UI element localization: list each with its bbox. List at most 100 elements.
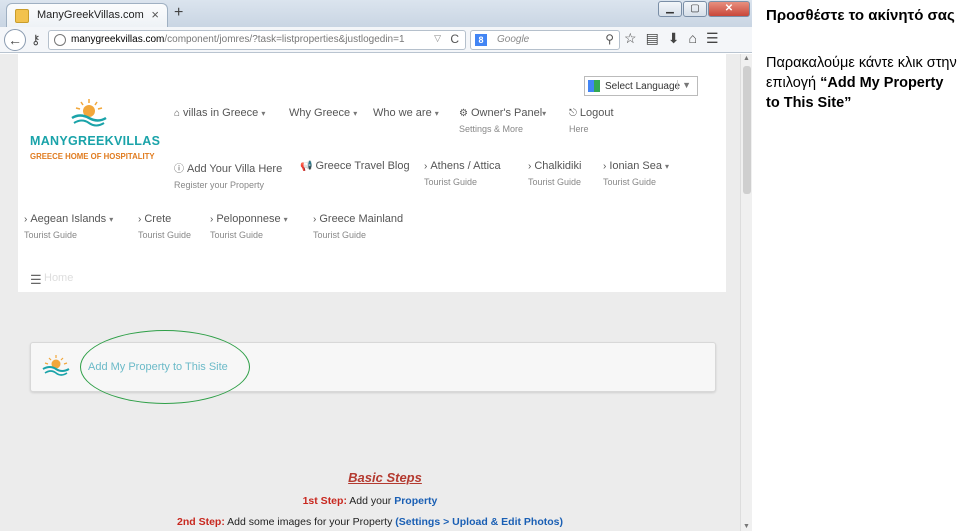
nav-peloponnese[interactable]: › Peloponnese ▾ Tourist Guide [210,213,288,240]
step-1: 1st Step: Add your Property [0,495,740,507]
step-1-link[interactable]: Property [394,495,437,507]
back-button[interactable]: ← [4,29,26,51]
caret-down-icon: ▾ [353,109,358,118]
language-select[interactable]: Select Language ▼ [584,76,698,96]
site-tagline: GREECE HOME OF HOSPITALITY [30,152,155,161]
key-icon[interactable]: ⚷ [31,31,41,49]
nav-label: Chalkidiki [534,160,582,172]
annotation-body: Παρακαλούμε κάντε κλικ στην επιλογή “Add… [766,53,960,113]
browser-tab[interactable]: ManyGreekVillas.com × [6,3,168,27]
site-logo[interactable]: MANYGREEKVILLAS GREECE HOME OF HOSPITALI… [24,98,164,168]
heading-initial: B [348,470,358,485]
step-2-link[interactable]: (Settings > Upload & Edit Photos) [395,516,563,528]
reload-icon[interactable]: C [450,32,459,46]
tab-bar: ManyGreekVillas.com × + ▁ ▢ ✕ [0,0,752,27]
nav-sublabel: Tourist Guide [424,177,478,187]
scrollbar-thumb[interactable] [743,66,751,194]
globe-icon [54,34,66,46]
nav-label: Add Your Villa Here [187,163,283,175]
window-controls: ▁ ▢ ✕ [658,1,750,17]
basic-steps-heading: Basic Steps [30,470,740,485]
google-translate-icon [588,80,600,92]
new-tab-button[interactable]: + [174,4,183,22]
hamburger-menu-icon[interactable]: ☰ [30,272,42,288]
tab-close-icon[interactable]: × [151,7,159,22]
caret-down-icon: ▾ [434,109,439,118]
vertical-scrollbar[interactable]: ▲ ▼ [740,54,752,531]
nav-label: Aegean Islands [30,213,107,225]
bookmark-star-icon[interactable]: ☆ [624,30,637,47]
nav-chalkidiki[interactable]: › Chalkidiki Tourist Guide [528,160,581,187]
nav-sublabel: Settings & More [459,124,524,134]
caret-down-icon: ▾ [109,215,114,224]
home-icon[interactable]: ⌂ [689,30,697,47]
url-host: manygreekvillas.com [71,34,165,45]
menu-home-link[interactable]: Home [44,272,73,284]
nav-label: Ionian Sea [609,160,662,172]
scroll-up-icon[interactable]: ▲ [743,55,750,62]
annotation-title: Προσθέστε το ακίνητό σας [766,7,955,24]
download-icon[interactable]: ⬇ [668,30,680,47]
nav-athens-attica[interactable]: › Athens / Attica Tourist Guide [424,160,501,187]
address-bar[interactable]: manygreekvillas.com/component/jomres/?ta… [48,30,466,50]
minimize-button[interactable]: ▁ [658,1,682,17]
instruction-annotation: Προσθέστε το ακίνητό σας Παρακαλούμε κάν… [766,6,960,113]
favicon-icon [15,9,29,23]
nav-sublabel: Tourist Guide [528,177,582,187]
nav-sublabel: Tourist Guide [603,177,657,187]
caret-down-icon: ▾ [261,109,266,118]
nav-logout[interactable]: ⎋ Logout Here [569,107,614,134]
info-icon: ⓘ [174,164,184,175]
nav-sublabel: Register your Property [174,180,265,190]
cogs-icon: ⚙ [459,108,468,119]
url-dropdown-icon[interactable]: ▽ [434,33,441,44]
search-placeholder: Google [497,34,530,45]
bookmarks-icon[interactable]: ▤ [646,30,659,47]
navigation-toolbar: ← ⚷ manygreekvillas.com/component/jomres… [0,27,752,53]
language-select-label: Select Language [605,81,681,92]
caret-down-icon: ▾ [665,162,670,171]
chevron-right-icon: › [424,161,428,172]
scroll-down-icon[interactable]: ▼ [743,523,750,530]
close-window-button[interactable]: ✕ [708,1,750,17]
home-icon: ⌂ [174,108,181,119]
chevron-right-icon: › [603,161,607,172]
url-path: /component/jomres/?task=listproperties&j… [164,34,405,45]
step-1-label: 1st Step: [302,495,347,507]
nav-ionian-sea[interactable]: › Ionian Sea ▾ Tourist Guide [603,160,669,187]
chevron-right-icon: › [24,214,28,225]
nav-sublabel: Here [569,124,589,134]
nav-who-we-are[interactable]: Who we are ▾ [373,107,439,119]
nav-why-greece[interactable]: Why Greece ▾ [289,107,357,119]
caret-down-icon: ▾ [542,109,547,118]
chevron-down-icon: ▼ [677,80,691,90]
chevron-right-icon: › [313,214,317,225]
tab-title: ManyGreekVillas.com [37,9,144,21]
logout-icon: ⎋ [569,108,577,119]
nav-label: Peloponnese [216,213,281,225]
caret-down-icon: ▾ [283,215,288,224]
menu-icon[interactable]: ☰ [706,30,719,47]
maximize-button[interactable]: ▢ [683,1,707,17]
nav-sublabel: Tourist Guide [138,230,192,240]
search-icon[interactable]: ⚲ [605,32,614,46]
nav-aegean-islands[interactable]: › Aegean Islands ▾ Tourist Guide [24,213,113,240]
nav-villas-in-greece[interactable]: ⌂ villas in Greece ▾ [174,107,265,119]
nav-label: Greece Travel Blog [315,160,410,172]
nav-sublabel: Tourist Guide [24,230,78,240]
sun-wave-logo-icon [42,355,70,376]
sun-wave-logo-icon [71,99,107,127]
nav-greece-travel-blog[interactable]: 📢 Greece Travel Blog [300,160,410,172]
search-box[interactable]: 8 Google ⚲ [470,30,620,50]
nav-owners-panel[interactable]: ⚙ Owner's Panel▾ Settings & More [459,107,546,134]
nav-label: Logout [579,107,614,119]
site-header: Select Language ▼ MANYGREEKVILLAS GREECE… [18,54,726,291]
nav-greece-mainland[interactable]: › Greece Mainland Tourist Guide [313,213,403,240]
nav-sublabel: Tourist Guide [210,230,264,240]
search-engine-icon[interactable]: 8 [475,34,487,46]
nav-label: Athens / Attica [430,160,501,172]
nav-crete[interactable]: › Crete Tourist Guide [138,213,191,240]
highlight-ellipse [80,330,250,404]
nav-add-your-villa[interactable]: ⓘ Add Your Villa Here Register your Prope… [174,160,282,190]
nav-label: Owner's Panel [470,107,543,119]
